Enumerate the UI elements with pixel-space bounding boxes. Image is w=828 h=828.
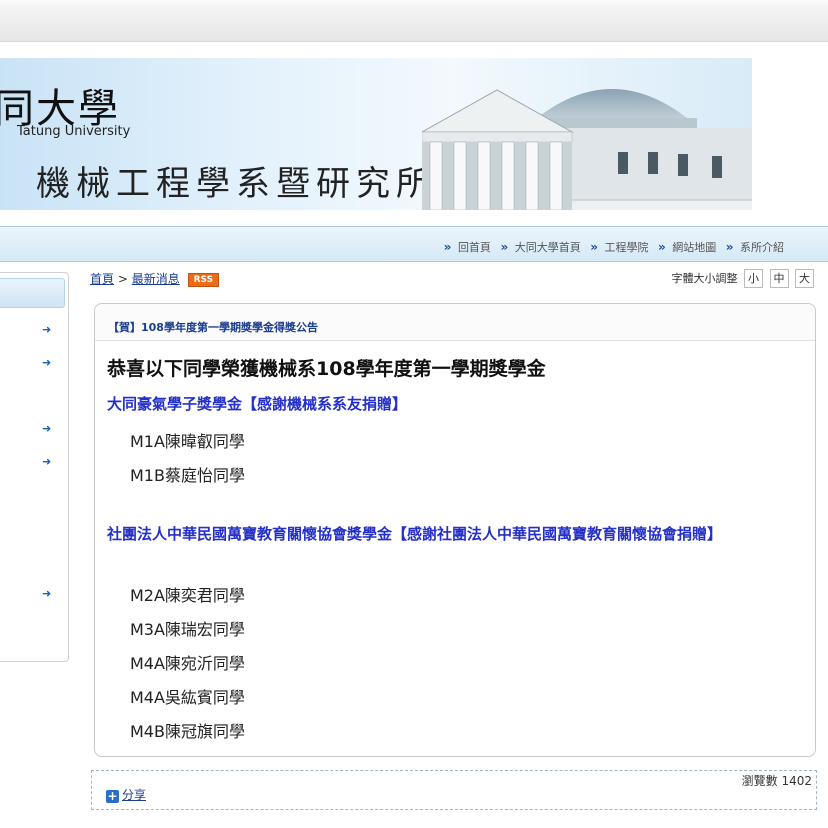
article-header: 【賀】108學年度第一學期獎學金得獎公告 xyxy=(95,304,815,341)
breadcrumb-separator: > xyxy=(117,272,128,286)
double-chevron-icon: » xyxy=(443,240,452,254)
share-panel: 瀏覽數 1402 + 分享 xyxy=(91,770,817,810)
top-navigation: » 回首頁 » 大同大學首頁 » 工程學院 » 網站地圖 » 系所介紹 xyxy=(0,226,828,262)
font-size-small-button[interactable]: 小 xyxy=(744,269,763,288)
double-chevron-icon: » xyxy=(725,240,734,254)
font-size-control: 字體大小調整 小 中 大 xyxy=(671,269,814,288)
university-english-name: Tatung University xyxy=(17,124,131,139)
scholarship-title: 大同豪氣學子獎學金【感謝機械系系友捐贈】 xyxy=(107,395,408,413)
news-article: 【賀】108學年度第一學期獎學金得獎公告 恭喜以下同學榮獲機械系108學年度第一… xyxy=(94,303,816,757)
view-count-label: 瀏覽數 xyxy=(741,774,778,788)
rss-icon[interactable]: RSS xyxy=(187,273,220,287)
student-name: M1B蔡庭怡同學 xyxy=(130,466,245,485)
breadcrumb-news-link[interactable]: 最新消息 xyxy=(132,272,180,286)
arrow-right-icon[interactable]: ➜ xyxy=(42,356,51,369)
article-headline: 恭喜以下同學榮獲機械系108學年度第一學期獎學金 xyxy=(107,358,546,380)
arrow-right-icon[interactable]: ➜ xyxy=(42,323,51,336)
font-size-medium-button[interactable]: 中 xyxy=(769,269,789,288)
arrow-right-icon[interactable]: ➜ xyxy=(42,587,51,600)
nav-link-sitemap[interactable]: 網站地圖 xyxy=(672,241,716,254)
student-name: M4A吳紘賓同學 xyxy=(130,688,245,707)
arrow-right-icon[interactable]: ➜ xyxy=(42,455,51,468)
double-chevron-icon: » xyxy=(590,240,598,254)
nav-link-university[interactable]: 大同大學首頁 xyxy=(515,241,581,254)
student-name: M4A陳宛沂同學 xyxy=(130,654,245,673)
article-title: 【賀】108學年度第一學期獎學金得獎公告 xyxy=(108,321,318,334)
view-count-value: 1402 xyxy=(781,774,812,788)
nav-link-engineering[interactable]: 工程學院 xyxy=(604,241,648,254)
share-link[interactable]: + 分享 xyxy=(106,786,146,803)
site-banner: 同大學 Tatung University 機械工程學系暨研究所 xyxy=(0,58,752,210)
sidebar-header xyxy=(0,278,65,308)
student-name: M1A陳暐叡同學 xyxy=(130,432,245,451)
breadcrumb: 首頁 > 最新消息 RSS xyxy=(90,270,220,287)
arrow-right-icon[interactable]: ➜ xyxy=(42,422,51,435)
view-count: 瀏覽數 1402 xyxy=(742,772,812,789)
plus-icon: + xyxy=(106,789,119,803)
font-size-label: 字體大小調整 xyxy=(671,272,738,285)
student-name: M3A陳瑞宏同學 xyxy=(130,620,245,639)
department-title: 機械工程學系暨研究所 xyxy=(36,164,436,204)
double-chevron-icon: » xyxy=(500,240,509,254)
top-bar xyxy=(0,0,828,42)
double-chevron-icon: » xyxy=(657,240,666,254)
sidebar-menu: ➜ ➜ ➜ ➜ ➜ xyxy=(0,272,69,662)
font-size-large-button[interactable]: 大 xyxy=(795,269,814,288)
breadcrumb-home-link[interactable]: 首頁 xyxy=(90,272,114,286)
nav-link-home[interactable]: 回首頁 xyxy=(458,241,491,254)
scholarship-title: 社團法人中華民國萬寶教育關懷協會獎學金【感謝社團法人中華民國萬寶教育關懷協會捐贈… xyxy=(107,525,723,543)
student-name: M4B陳冠旗同學 xyxy=(130,722,245,741)
nav-link-dept-intro[interactable]: 系所介紹 xyxy=(740,241,784,254)
building-illustration xyxy=(422,89,752,210)
student-name: M2A陳奕君同學 xyxy=(130,586,245,605)
share-label: 分享 xyxy=(122,788,147,802)
